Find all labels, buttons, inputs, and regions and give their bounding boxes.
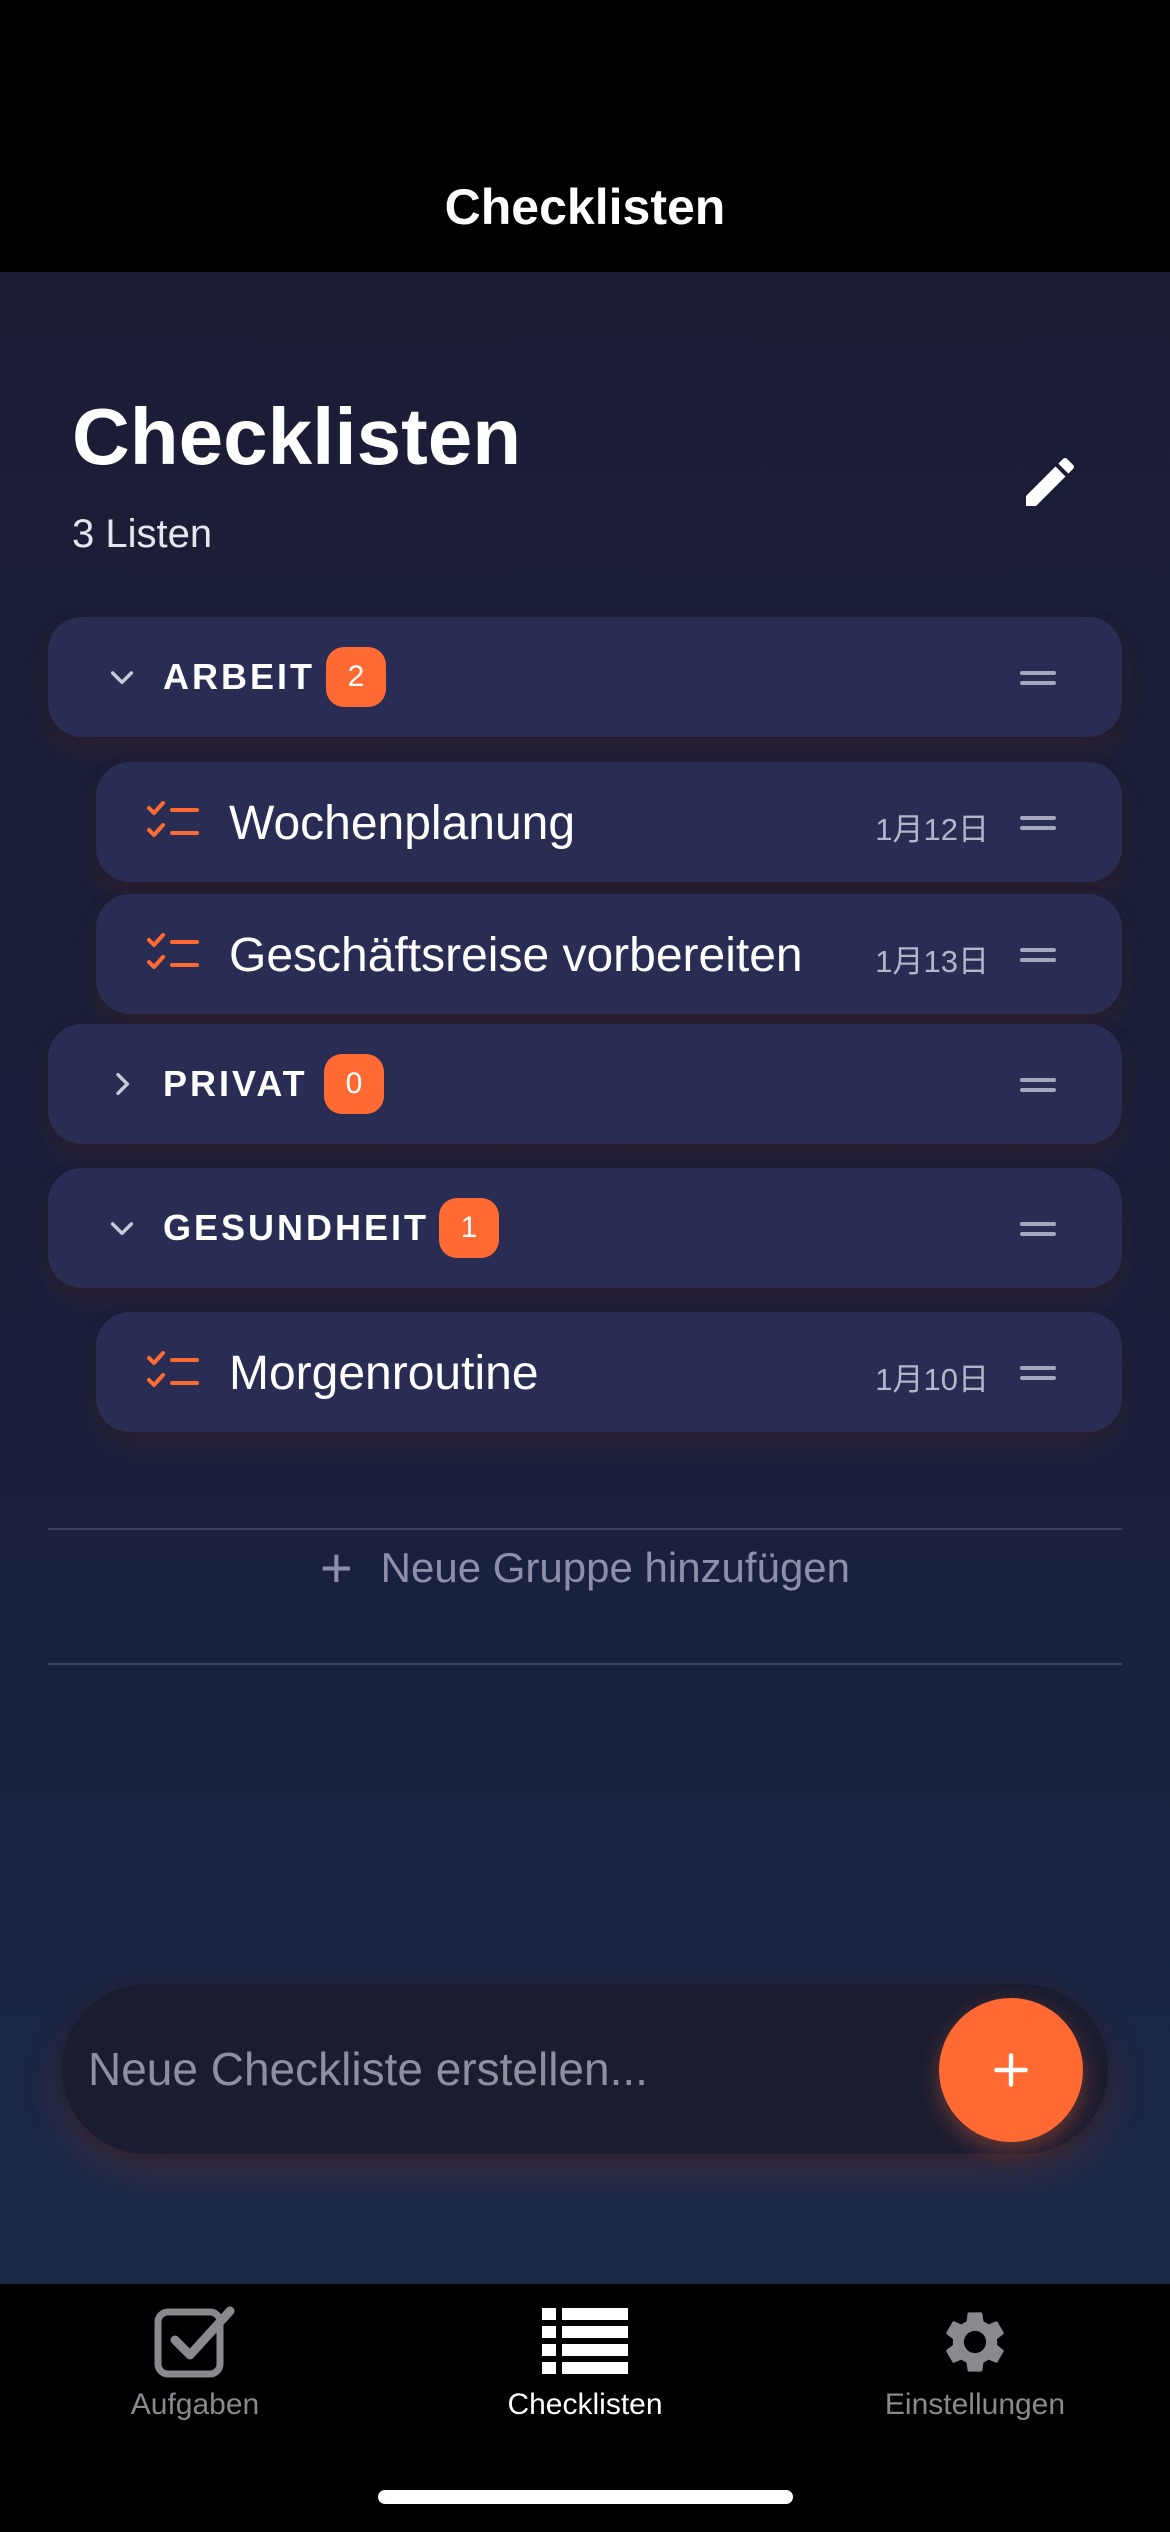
- group-count-badge: 2: [326, 647, 386, 707]
- new-checklist-input[interactable]: [88, 2024, 908, 2114]
- checklist-icon: [147, 933, 199, 969]
- home-indicator: [378, 2490, 793, 2504]
- plus-icon: [994, 2053, 1028, 2087]
- chevron-down-icon[interactable]: [102, 657, 142, 697]
- checklist-date: 1月10日: [875, 1362, 989, 1397]
- list-icon: [540, 2302, 630, 2382]
- tab-label: Einstellungen: [884, 2388, 1066, 2421]
- navigation-bar: Checklisten: [0, 0, 1170, 272]
- tab-aufgaben[interactable]: Aufgaben: [65, 2302, 325, 2452]
- group-row-gesundheit[interactable]: GESUNDHEIT 1: [48, 1168, 1122, 1288]
- tab-checklisten[interactable]: Checklisten: [455, 2302, 715, 2452]
- tab-label: Checklisten: [507, 2388, 663, 2421]
- add-group-button[interactable]: + Neue Gruppe hinzufügen: [48, 1532, 1122, 1604]
- drag-handle-icon[interactable]: [1020, 944, 1056, 964]
- add-checklist-button[interactable]: [939, 1998, 1083, 2142]
- group-row-privat[interactable]: PRIVAT 0: [48, 1024, 1122, 1144]
- drag-handle-icon[interactable]: [1020, 667, 1056, 687]
- group-row-arbeit[interactable]: ARBEIT 2: [48, 617, 1122, 737]
- group-name: ARBEIT: [163, 656, 315, 697]
- group-count-badge: 0: [324, 1054, 384, 1114]
- checklist-item-wochenplanung[interactable]: Wochenplanung 1月12日: [96, 762, 1122, 882]
- plus-icon: +: [319, 1536, 353, 1599]
- add-group-label: Neue Gruppe hinzufügen: [380, 1544, 851, 1591]
- group-name: GESUNDHEIT: [163, 1207, 430, 1248]
- app-screen: Checklisten Checklisten 3 Listen ARBEIT …: [0, 0, 1170, 2532]
- group-count-badge: 1: [439, 1198, 499, 1258]
- checklist-item-morgenroutine[interactable]: Morgenroutine 1月10日: [96, 1312, 1122, 1432]
- group-name: PRIVAT: [163, 1063, 308, 1104]
- gear-icon: [930, 2302, 1020, 2382]
- checklist-title: Morgenroutine: [229, 1347, 539, 1400]
- new-checklist-bar: [62, 1984, 1108, 2154]
- main-content: Checklisten 3 Listen ARBEIT 2 Wochenplan…: [0, 272, 1170, 2284]
- checklist-date: 1月12日: [875, 812, 989, 847]
- drag-handle-icon[interactable]: [1020, 1362, 1056, 1382]
- pencil-icon: [1026, 457, 1075, 506]
- checklist-title: Geschäftsreise vorbereiten: [229, 929, 803, 982]
- page-title: Checklisten: [72, 392, 522, 481]
- edit-button[interactable]: [1010, 442, 1090, 522]
- drag-handle-icon[interactable]: [1020, 812, 1056, 832]
- divider: [48, 1528, 1122, 1530]
- chevron-right-icon[interactable]: [102, 1064, 142, 1104]
- checklist-icon: [147, 1351, 199, 1387]
- tab-einstellungen[interactable]: Einstellungen: [845, 2302, 1105, 2452]
- checklist-title: Wochenplanung: [229, 797, 576, 850]
- tab-label: Aufgaben: [130, 2388, 260, 2421]
- navbar-title: Checklisten: [444, 179, 726, 235]
- checklist-date: 1月13日: [875, 944, 989, 979]
- checklist-icon: [147, 801, 199, 837]
- checkbox-icon: [150, 2302, 240, 2382]
- drag-handle-icon[interactable]: [1020, 1218, 1056, 1238]
- chevron-down-icon[interactable]: [102, 1208, 142, 1248]
- divider: [48, 1663, 1122, 1665]
- checklist-item-geschaeftsreise[interactable]: Geschäftsreise vorbereiten 1月13日: [96, 894, 1122, 1014]
- drag-handle-icon[interactable]: [1020, 1074, 1056, 1094]
- list-count: 3 Listen: [72, 512, 213, 556]
